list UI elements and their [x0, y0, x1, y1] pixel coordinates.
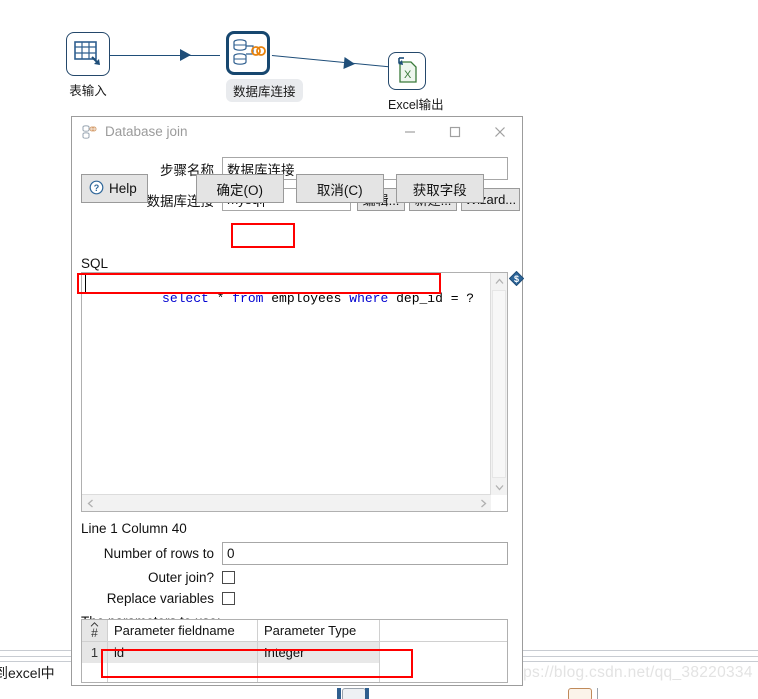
background-text: 到excel中 — [0, 665, 55, 681]
table-header-row: # Parameter fieldname Parameter Type — [82, 620, 507, 642]
scroll-left-icon[interactable] — [82, 495, 98, 511]
scroll-down-icon[interactable] — [491, 479, 507, 495]
ghost-glyph — [568, 688, 592, 699]
excel-output-icon: X — [388, 52, 426, 90]
sql-token: select — [162, 291, 209, 306]
rows-limit-label: Number of rows to — [103, 546, 214, 561]
table-input-icon — [66, 32, 110, 76]
row-number: 1 — [82, 642, 108, 663]
canvas-node-database-join[interactable]: 数据库连接 — [226, 31, 303, 102]
variable-diamond-icon[interactable]: $ — [508, 270, 525, 287]
watermark: https://blog.csdn.net/qq_38220334 — [505, 664, 753, 681]
dialog-body: 步骤名称 数据库连接 数据库连接 mysql 编辑... 新建... Wizar… — [72, 157, 525, 683]
cell-extra[interactable] — [380, 642, 507, 663]
dialog-button-bar: ? Help 确定(O) 取消(C) 获取字段 — [72, 174, 522, 203]
cell-parameter-fieldname[interactable] — [108, 663, 258, 682]
svg-text:?: ? — [94, 183, 100, 193]
sql-token: where — [349, 291, 389, 306]
sql-token: * — [208, 291, 233, 306]
scroll-right-icon[interactable] — [475, 495, 491, 511]
rows-limit-row: Number of rows to 0 — [72, 542, 522, 565]
screenshot-root: 表输入 数据库连接 X Excel输出 到excel中 https://blog… — [0, 0, 758, 699]
sql-token: dep_id = ? — [388, 291, 475, 306]
cell-parameter-type[interactable]: Integer — [258, 642, 380, 663]
minimize-icon[interactable] — [387, 117, 432, 146]
column-header-blank[interactable] — [380, 620, 507, 641]
help-icon: ? — [89, 180, 104, 198]
ghost-glyph — [365, 688, 369, 699]
replace-variables-label: Replace variables — [106, 591, 214, 606]
svg-text:X: X — [404, 69, 412, 81]
canvas-node-label: 表输入 — [69, 84, 107, 98]
cell-extra[interactable] — [380, 663, 507, 682]
outer-join-label: Outer join? — [147, 570, 214, 585]
ghost-glyph — [597, 688, 598, 699]
table-row[interactable]: 1 id Integer — [82, 642, 507, 663]
ghost-glyph — [342, 688, 366, 699]
get-fields-button[interactable]: 获取字段 — [395, 174, 484, 203]
column-header-number[interactable]: # — [82, 620, 108, 641]
dialog-title: Database join — [105, 124, 188, 139]
column-header-label: # — [91, 626, 98, 640]
connector-line-1 — [110, 55, 220, 56]
sql-text: select * from employees where dep_id = ? — [84, 276, 474, 321]
sql-vertical-scrollbar[interactable] — [490, 273, 507, 495]
column-header-fieldname[interactable]: Parameter fieldname — [108, 620, 258, 641]
editor-status-text: Line 1 Column 40 — [81, 521, 187, 536]
canvas-node-excel-output[interactable]: X Excel输出 — [388, 52, 444, 113]
outer-join-row: Outer join? — [72, 570, 522, 585]
connector-arrow-2 — [343, 57, 356, 71]
row-number — [82, 663, 108, 682]
rows-limit-input[interactable]: 0 — [222, 542, 508, 565]
cell-parameter-fieldname[interactable]: id — [108, 642, 258, 663]
ok-button[interactable]: 确定(O) — [195, 174, 284, 203]
window-controls[interactable] — [387, 117, 522, 146]
database-join-icon — [81, 124, 97, 140]
replace-variables-checkbox[interactable] — [222, 592, 235, 605]
cancel-button[interactable]: 取消(C) — [295, 174, 384, 203]
canvas-node-label: Excel输出 — [388, 98, 444, 112]
sql-label: SQL — [81, 256, 109, 271]
replace-variables-row: Replace variables — [72, 591, 522, 606]
connector-arrow-1 — [180, 49, 191, 61]
column-header-type[interactable]: Parameter Type — [258, 620, 380, 641]
ghost-glyph — [337, 688, 341, 699]
database-join-dialog[interactable]: Database join 步骤名称 数据库连接 数据库连接 Wizard...… — [71, 116, 525, 686]
svg-text:$: $ — [514, 274, 519, 284]
canvas-node-label: 数据库连接 — [226, 79, 303, 102]
annotation-box-connection — [231, 223, 295, 248]
dialog-titlebar[interactable]: Database join — [72, 117, 522, 147]
cell-parameter-type[interactable] — [258, 663, 380, 682]
database-join-icon — [226, 31, 270, 75]
parameters-table[interactable]: # Parameter fieldname Parameter Type 1 i… — [81, 619, 508, 683]
help-button-label: Help — [109, 181, 137, 196]
outer-join-checkbox[interactable] — [222, 571, 235, 584]
sql-vertical-scroll-thumb[interactable] — [492, 290, 506, 478]
sql-editor[interactable]: select * from employees where dep_id = ? — [81, 272, 508, 512]
canvas-node-table-input[interactable]: 表输入 — [66, 32, 110, 99]
maximize-icon[interactable] — [432, 117, 477, 146]
sql-horizontal-scrollbar[interactable] — [82, 494, 491, 511]
table-row[interactable] — [82, 663, 507, 682]
scroll-up-icon[interactable] — [491, 273, 507, 289]
help-button[interactable]: ? Help — [81, 174, 148, 203]
sql-token: from — [232, 291, 264, 306]
sql-token: employees — [263, 291, 350, 306]
close-icon[interactable] — [477, 117, 522, 146]
